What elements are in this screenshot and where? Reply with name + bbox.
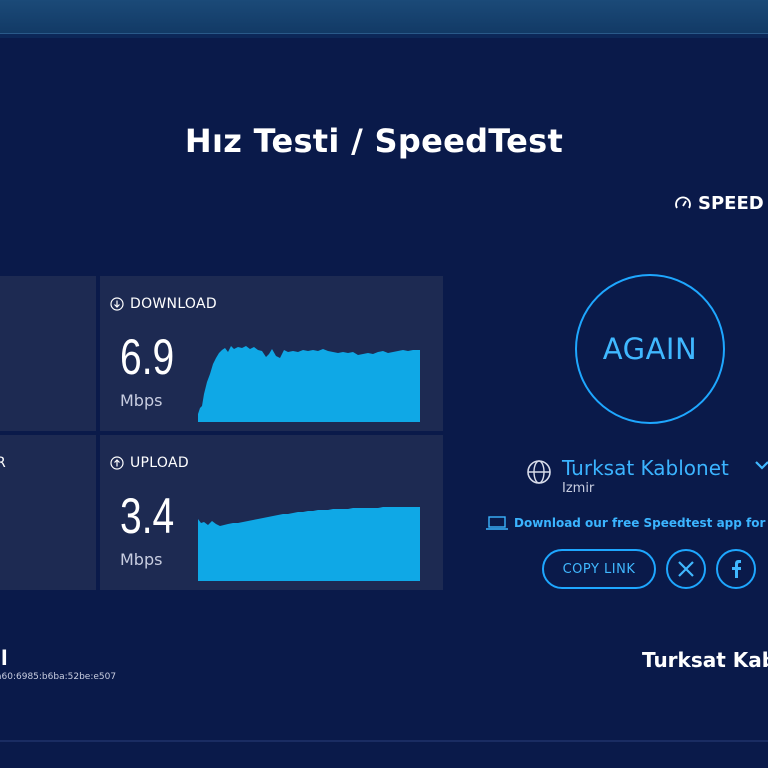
download-arrow-icon xyxy=(110,297,124,311)
provider-info[interactable]: Turksat Kablonet Izmir xyxy=(526,456,768,496)
again-button[interactable]: AGAIN xyxy=(575,274,725,424)
download-tile: DOWNLOAD 6.9 Mbps xyxy=(100,276,443,431)
facebook-icon xyxy=(732,560,741,578)
provider-location: Izmir xyxy=(562,481,595,496)
share-x-button[interactable] xyxy=(666,549,706,589)
upload-tile: UPLOAD 3.4 Mbps xyxy=(100,435,443,590)
page-title: Hız Testi / SpeedTest xyxy=(184,122,564,160)
download-label-text: DOWNLOAD xyxy=(130,296,217,312)
copy-link-button[interactable]: COPY LINK xyxy=(542,549,656,589)
share-facebook-button[interactable] xyxy=(716,549,756,589)
app-download-link[interactable]: Download our free Speedtest app for c xyxy=(486,516,768,530)
upload-label-text: UPLOAD xyxy=(130,455,189,471)
upload-value: 3.4 xyxy=(120,488,175,544)
upload-graph xyxy=(198,507,420,581)
globe-icon xyxy=(527,460,551,484)
upload-arrow-icon xyxy=(110,456,124,470)
provider-name: Turksat Kablonet xyxy=(562,456,729,480)
jitter-tile: R xyxy=(0,435,96,590)
chevron-down-icon[interactable] xyxy=(754,459,768,471)
download-unit: Mbps xyxy=(120,391,163,410)
client-ip: a60:6985:b6ba:52be:e507 xyxy=(0,672,117,682)
download-value: 6.9 xyxy=(120,329,175,385)
speedometer-icon xyxy=(675,196,691,208)
x-logo-icon xyxy=(678,561,694,577)
brand-label: SPEED xyxy=(698,193,764,214)
download-label: DOWNLOAD xyxy=(110,296,217,312)
top-divider xyxy=(0,34,768,38)
download-graph xyxy=(198,346,420,422)
server-name: Turksat Kab xyxy=(642,648,768,672)
app-promo-text: Download our free Speedtest app for c xyxy=(514,516,768,530)
ping-tile xyxy=(0,276,96,431)
laptop-icon xyxy=(486,516,508,530)
speedtest-brand[interactable]: SPEED xyxy=(674,193,764,214)
client-name: ll xyxy=(0,646,8,670)
upload-label: UPLOAD xyxy=(110,455,189,471)
jitter-label: R xyxy=(0,455,6,471)
upload-unit: Mbps xyxy=(120,550,163,569)
browser-top-bar xyxy=(0,0,768,34)
bottom-divider xyxy=(0,740,768,742)
